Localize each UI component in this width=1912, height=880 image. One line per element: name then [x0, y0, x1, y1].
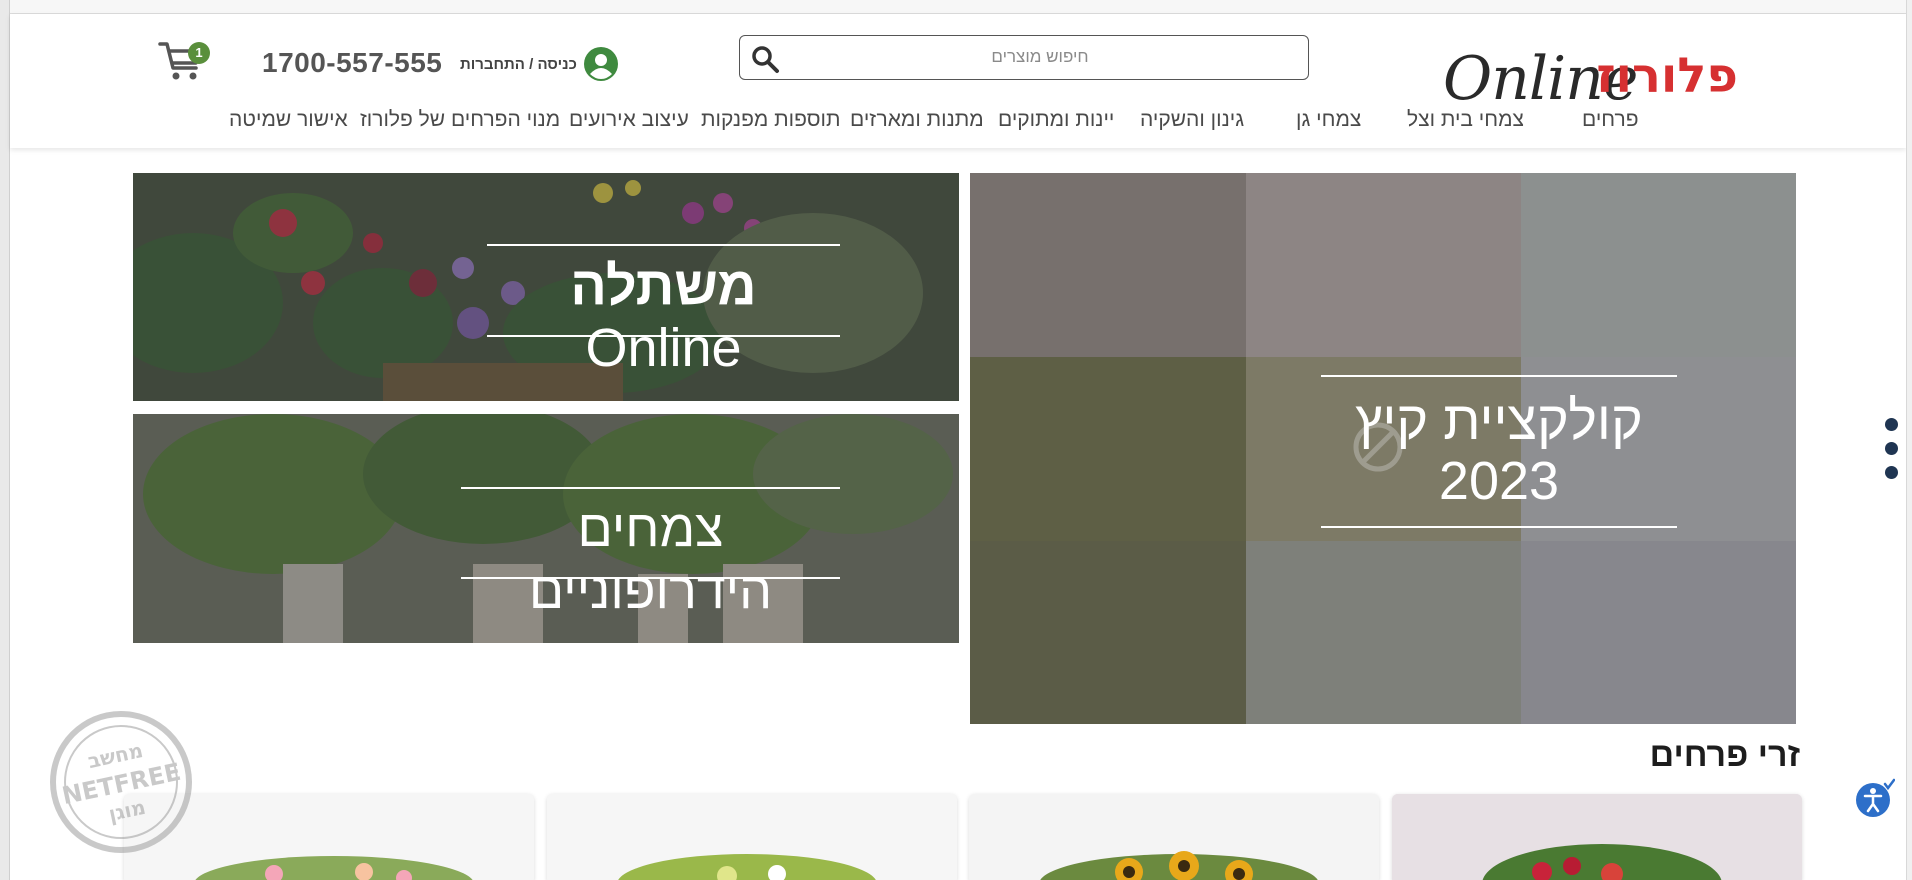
bookmarks-strip	[10, 0, 1906, 14]
search-input[interactable]	[790, 42, 1290, 72]
summer-collection-banner[interactable]: קולקציית קיץ 2023	[970, 173, 1796, 724]
nursery-caption: משתלה Online	[487, 255, 840, 379]
hydroponic-caption: צמחים הידרופוניים	[528, 500, 773, 620]
nav-item-flowers[interactable]: פרחים	[1582, 108, 1639, 132]
nav-item-shmita[interactable]: אישור שמיטה	[229, 108, 348, 132]
caption-bold: משתלה	[570, 256, 757, 316]
caption-line-bottom	[487, 335, 840, 337]
nav-item-flower-subscription[interactable]: מנוי הפרחים של פלורוז	[360, 108, 560, 132]
product-card[interactable]	[1392, 794, 1802, 880]
product-card[interactable]	[969, 794, 1379, 880]
search-icon[interactable]	[750, 44, 780, 74]
user-icon	[583, 47, 618, 81]
caption-line-bottom	[461, 577, 840, 579]
caption-line-top	[1321, 375, 1677, 377]
product-image	[1392, 794, 1802, 880]
nav-item-house-plants[interactable]: צמחי בית וצל	[1407, 108, 1524, 132]
product-card[interactable]	[547, 794, 957, 880]
netfree-stamp: מחשב NETFREE מוגן	[50, 711, 192, 853]
caption-light: Online	[585, 318, 742, 378]
dot-icon	[1885, 418, 1898, 431]
banner-tile	[1246, 541, 1521, 724]
nursery-online-banner[interactable]: משתלה Online	[133, 173, 959, 401]
caption-line-top	[487, 244, 840, 246]
summer-collection-caption: קולקציית קיץ 2023	[1321, 391, 1677, 511]
nav-item-gifts[interactable]: מתנות ומארזים	[850, 108, 984, 132]
site-header: Online פלורוז כניסה / התחברות 1700-557-5…	[10, 14, 1906, 148]
product-image	[969, 794, 1379, 880]
phone-number[interactable]: 1700-557-555	[262, 47, 442, 79]
nav-item-garden-plants[interactable]: צמחי גן	[1296, 108, 1361, 132]
dot-icon	[1885, 442, 1898, 455]
nav-item-event-design[interactable]: עיצוב אירועים	[569, 108, 689, 132]
caption-line-top	[461, 487, 840, 489]
product-image	[547, 794, 957, 880]
dot-icon	[1885, 466, 1898, 479]
login-label: כניסה / התחברות	[460, 55, 577, 73]
cart-count-badge: 1	[188, 42, 210, 64]
nav-item-gardening-irrigation[interactable]: גינון והשקיה	[1140, 108, 1244, 132]
caption-line-bottom	[1321, 526, 1677, 528]
banner-tile	[970, 541, 1246, 724]
caption-line-1: קולקציית קיץ	[1355, 391, 1643, 451]
banner-tile	[1521, 173, 1796, 357]
nav-item-extras[interactable]: תוספות מפנקות	[701, 108, 840, 132]
banner-tile	[970, 357, 1246, 541]
banner-tile	[1521, 541, 1796, 724]
hydroponic-plants-banner[interactable]: צמחים הידרופוניים	[133, 414, 959, 643]
banner-tile	[970, 173, 1246, 357]
caption-line-2: 2023	[1438, 451, 1560, 511]
nav-item-wine-sweets[interactable]: יינות ומתוקים	[998, 108, 1114, 132]
side-menu-dots[interactable]	[1885, 418, 1899, 480]
login-link[interactable]: כניסה / התחברות	[460, 46, 619, 82]
cart-button[interactable]: 1	[156, 28, 216, 84]
search-box	[739, 35, 1309, 80]
banner-tile	[1246, 173, 1521, 357]
window-frame-right	[1906, 0, 1912, 880]
window-frame-left	[0, 0, 10, 880]
main-nav: פרחים צמחי בית וצל צמחי גן גינון והשקיה …	[10, 102, 1906, 142]
section-title: זרי פרחים	[1649, 736, 1800, 774]
logo-hebrew-text: פלורוז	[1596, 48, 1738, 104]
accessibility-icon[interactable]	[1855, 778, 1895, 818]
